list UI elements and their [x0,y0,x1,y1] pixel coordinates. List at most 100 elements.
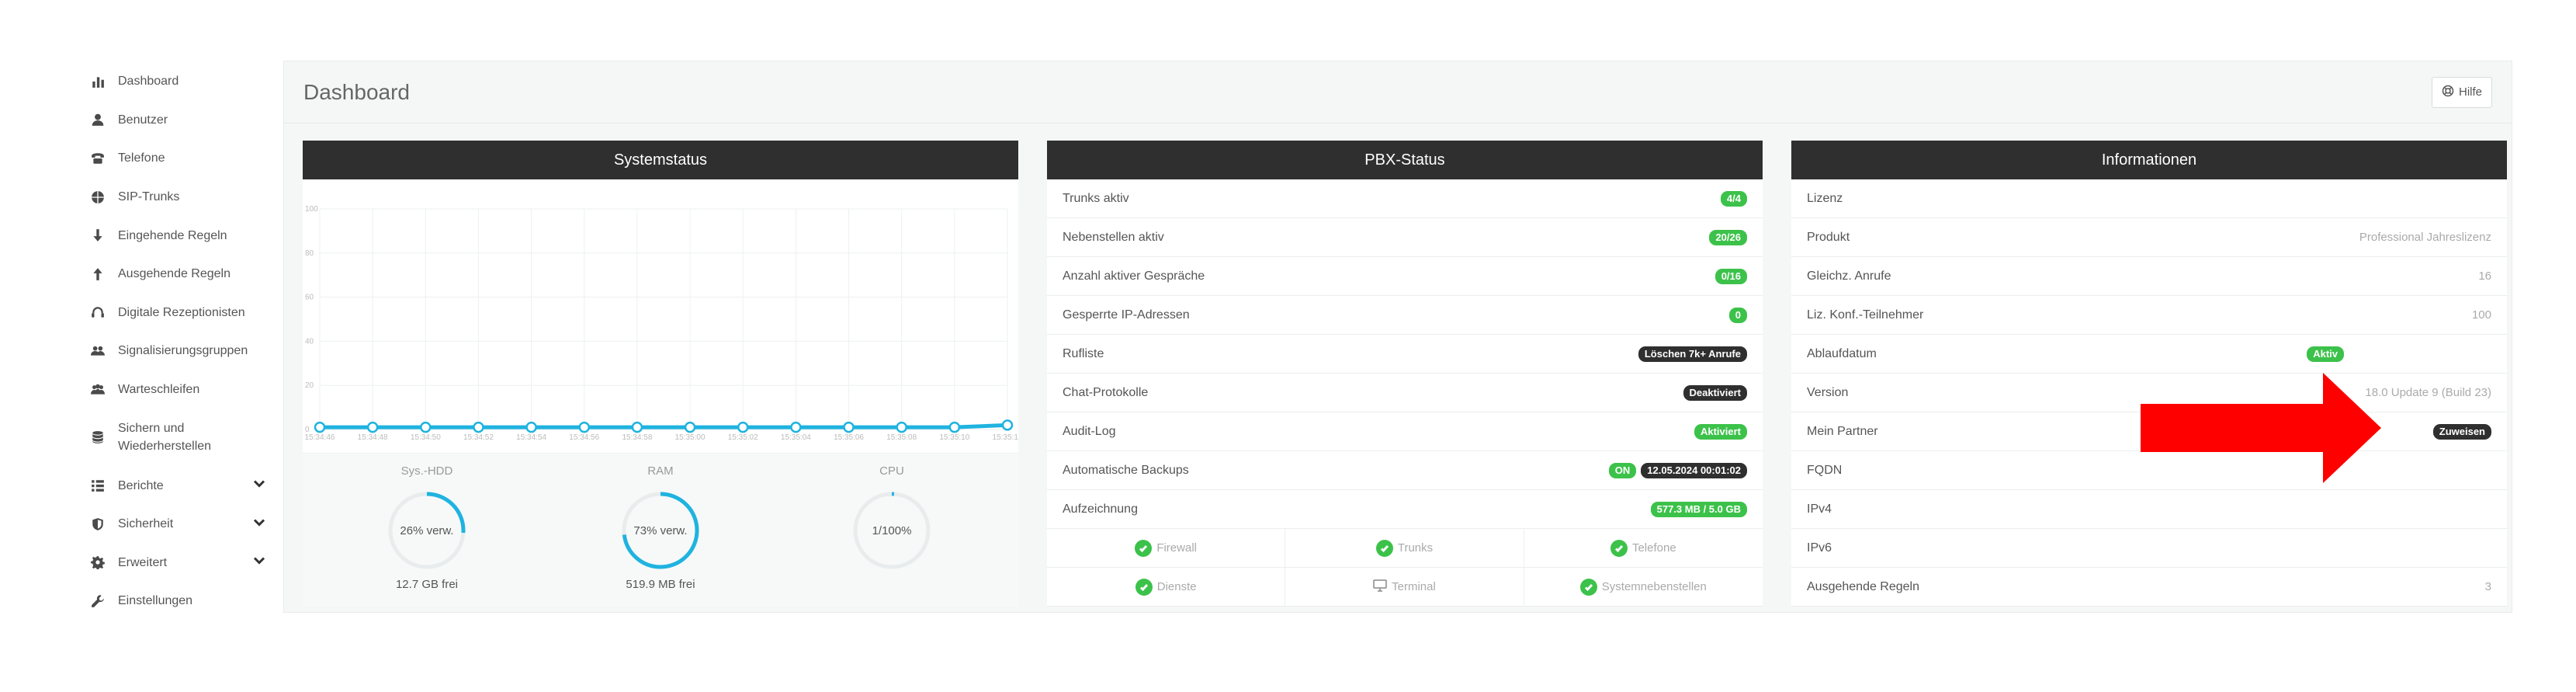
chevron-down-icon[interactable] [251,553,267,572]
gauge-ring: 1/100% [853,492,931,569]
pbx-row: Gesperrte IP-Adressen 0 [1047,296,1763,335]
pbx-row-label: Chat-Protokolle [1063,385,1149,399]
service-label: Trunks [1397,541,1434,555]
globe-icon [78,190,118,204]
status-badge: 4/4 [1720,190,1747,207]
info-row-label: IPv6 [1807,541,1832,555]
pbx-row: Anzahl aktiver Gespräche 0/16 [1047,257,1763,296]
sidebar-item-label: Erweitert [118,555,168,569]
service-status-item: Telefone [1524,529,1763,568]
sidebar-item-warteschleifen[interactable]: Warteschleifen [78,370,272,409]
gauge-center-text: 26% verw. [400,524,453,537]
sidebar-item-digitale-rezeptionisten[interactable]: Digitale Rezeptionisten [78,294,272,332]
pbx-row-label: Gesperrte IP-Adressen [1063,308,1190,322]
sidebar-item-telefone[interactable]: Telefone [78,139,272,178]
sidebar-item-label: SIP-Trunks [118,190,180,203]
info-row: Liz. Konf.-Teilnehmer 100 [1791,296,2507,335]
chart-data-point [473,421,484,433]
gauge-ram: RAM 73% verw. 519.9 MB frei [606,464,715,591]
chart-data-point [843,421,855,433]
assign-partner-button[interactable]: Zuweisen [2432,423,2491,440]
chevron-down-icon[interactable] [251,514,267,534]
chart-data-point [948,421,961,433]
info-row-value: 3 [2484,580,2491,593]
gear-icon [78,555,118,570]
sidebar-item-eingehende-regeln[interactable]: Eingehende Regeln [78,216,272,255]
pbx-status-title: PBX-Status [1047,141,1763,179]
chevron-down-icon[interactable] [251,476,267,496]
chart-y-tick-label: 60 [305,294,314,302]
sidebar-item-erweitert[interactable]: Erweitert [78,544,272,582]
status-badge: 577.3 MB / 5.0 GB [1650,501,1747,517]
chart-data-point [1001,419,1014,431]
chart-y-tick-label: 20 [305,381,314,390]
service-label: Terminal [1392,580,1436,593]
pbx-row: Chat-Protokolle Deaktiviert [1047,374,1763,412]
arrow-up-icon [78,267,118,281]
status-badge: 0/16 [1714,268,1747,284]
sidebar-item-sip-trunks[interactable]: SIP-Trunks [78,178,272,217]
chart-x-tick-label: 15:34:52 [463,433,494,442]
group-icon [78,383,118,397]
chart-x-tick-label: 15:35:00 [675,433,706,442]
users-icon [78,344,118,358]
sidebar-item-sichern-wiederherstellen[interactable]: Sichern und Wiederherstellen [78,409,272,466]
sidebar-item-dashboard[interactable]: Dashboard [78,62,272,101]
wrench-icon [78,594,118,608]
chart-x-tick-label: 15:34:48 [358,433,388,442]
info-row: Produkt Professional Jahreslizenz [1791,218,2507,257]
sidebar-item-label: Telefone [118,151,165,165]
sidebar-item-label: Benutzer [118,113,168,127]
info-row-label: Gleichz. Anrufe [1807,269,1891,283]
page-header: Dashboard Hilfe [284,61,2512,123]
pbx-row: Rufliste Löschen 7k+ Anrufe [1047,335,1763,374]
chart-x-tick-label: 15:35:06 [834,433,864,442]
page-root: Dashboard Benutzer Telefone SIP-Trunks E… [0,0,2576,692]
sidebar-item-label: Sichern und Wiederherstellen [118,422,212,454]
sidebar-item-einstellungen[interactable]: Einstellungen [78,582,272,621]
chart-x-tick-label: 15:34:50 [411,433,441,442]
service-status-item: Firewall [1047,529,1286,568]
sidebar: Dashboard Benutzer Telefone SIP-Trunks E… [78,62,272,621]
badge-group: 0 [1728,307,1747,323]
informationen-title: Informationen [1791,141,2507,179]
chart-svg: 02040608010015:34:46 15:34:48 15:34:50 15:3… [305,205,1018,442]
chart-data-point [684,421,696,433]
sidebar-item-berichte[interactable]: Berichte [78,466,272,505]
pbx-row-label: Anzahl aktiver Gespräche [1063,269,1205,283]
chart-x-tick-label: 15:34:58 [622,433,652,442]
info-row-value: 18.0 Update 9 (Build 23) [2365,386,2491,399]
badge-group: Aktiviert [1694,423,1747,440]
red-arrow-annotation [2141,373,2381,483]
status-badge: Aktiviert [1694,423,1747,440]
status-badge: Aktiv [2307,346,2344,362]
service-label: Firewall [1156,541,1197,555]
database-icon [78,430,118,444]
check-icon [1375,539,1393,557]
shield-icon [78,517,118,531]
lifebuoy-icon [2442,85,2454,100]
chart-x-tick-label: 15:35:10 [939,433,969,442]
sidebar-item-benutzer[interactable]: Benutzer [78,101,272,140]
status-badge: Löschen 7k+ Anrufe [1638,346,1747,362]
page-title: Dashboard [303,79,410,104]
sidebar-item-ausgehende-regeln[interactable]: Ausgehende Regeln [78,255,272,294]
chart-data-point [578,421,591,433]
info-row: IPv6 [1791,529,2507,568]
system-load-chart: 0 20 40 60 80 100 15:34:46 15:34:48 15:34:50 15:3… [303,179,1018,453]
sidebar-item-sicherheit[interactable]: Sicherheit [78,505,272,544]
pbx-row: Automatische Backups ON 12.05.2024 00:01:0… [1047,451,1763,490]
help-button[interactable]: Hilfe [2431,76,2492,108]
list-icon [78,478,118,492]
pbx-row: Trunks aktiv 4/4 [1047,179,1763,218]
chart-x-tick-label: 15:35:08 [886,433,917,442]
gauge-ring: 73% verw. [622,492,699,569]
info-row-label: Mein Partner [1807,424,1878,438]
service-status-item: Terminal [1285,568,1524,607]
sidebar-item-signalisierungsgruppen[interactable]: Signalisierungsgruppen [78,332,272,370]
pbx-row-label: Audit-Log [1063,424,1116,438]
info-row-value: 16 [2478,269,2491,283]
chart-x-tick-label: 15:34:46 [305,433,335,442]
monitor-icon [1373,579,1387,595]
check-icon [1579,578,1597,596]
